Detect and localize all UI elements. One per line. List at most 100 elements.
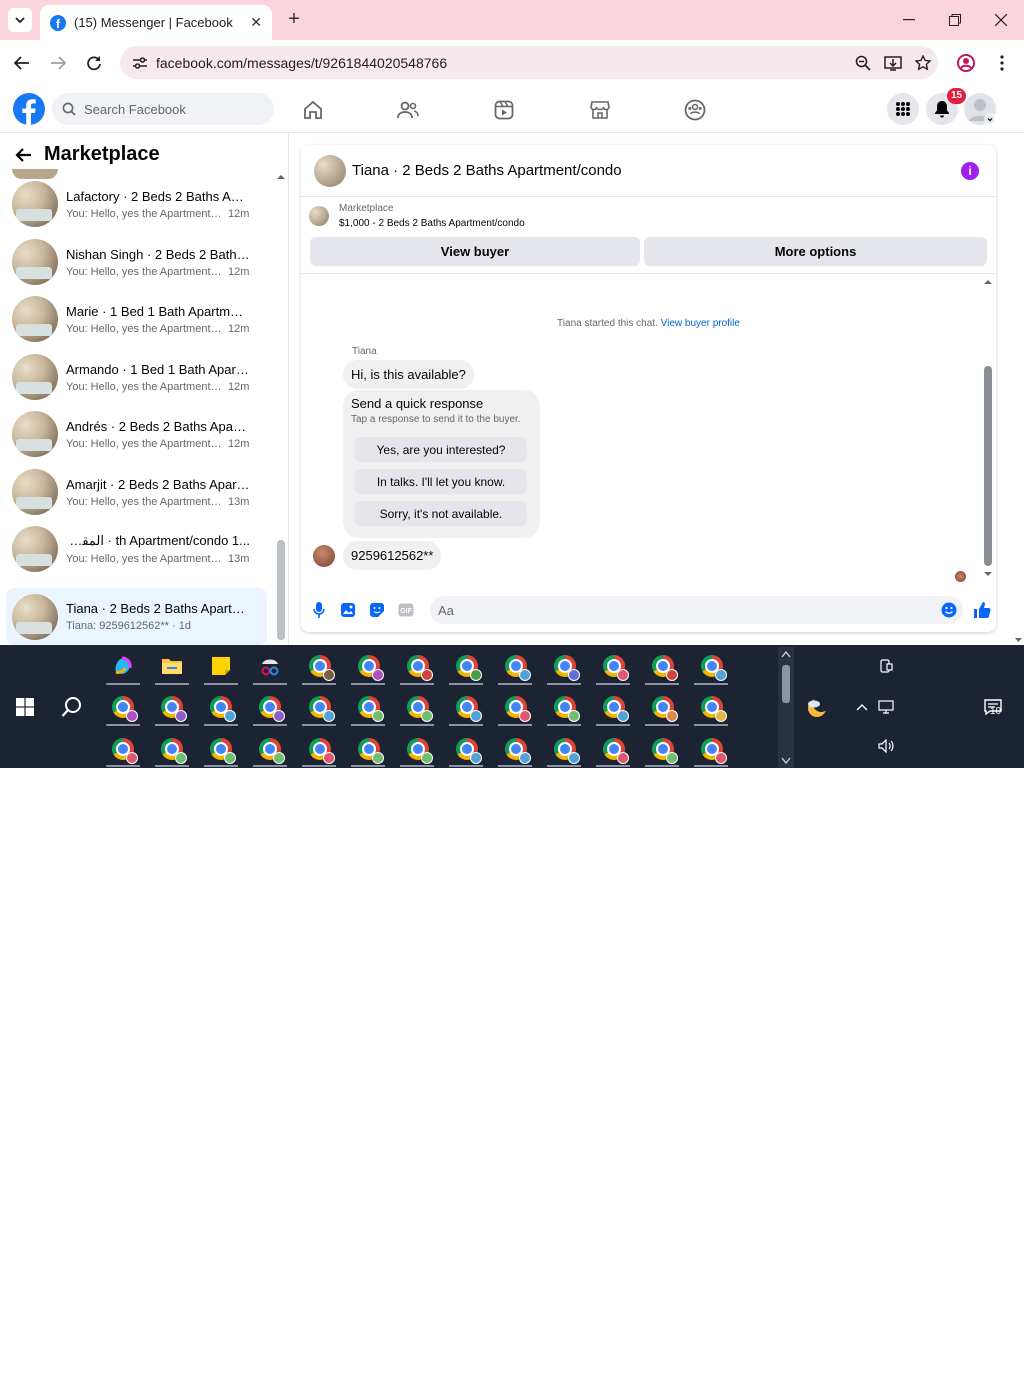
- account-avatar[interactable]: [964, 93, 996, 125]
- chrome-profile-icon[interactable]: [697, 651, 727, 681]
- page-scrollbar[interactable]: [1013, 133, 1024, 645]
- chrome-profile-icon[interactable]: [452, 651, 482, 681]
- emoji-icon[interactable]: [935, 602, 963, 618]
- install-app-icon[interactable]: [878, 55, 908, 71]
- chrome-profile-icon[interactable]: [501, 692, 531, 722]
- quick-response-button[interactable]: Sorry, it's not available.: [355, 501, 527, 526]
- groups-icon[interactable]: [679, 94, 711, 126]
- chrome-profile-icon[interactable]: [599, 651, 629, 681]
- taskbar-scrollbar[interactable]: [778, 647, 794, 768]
- url-text[interactable]: facebook.com/messages/t/9261844020548766: [156, 55, 848, 71]
- conversation-item[interactable]: Lafactory · 2 Beds 2 Baths Apart... You:…: [6, 176, 267, 232]
- chrome-profile-icon[interactable]: [354, 734, 384, 764]
- chrome-profile-icon[interactable]: [157, 734, 187, 764]
- tab-close-icon[interactable]: ✕: [250, 14, 262, 31]
- search-input[interactable]: [84, 101, 264, 117]
- quick-response-button[interactable]: Yes, are you interested?: [355, 437, 527, 462]
- chrome-profile-icon[interactable]: [648, 651, 678, 681]
- snipping-tool-icon[interactable]: [255, 651, 285, 681]
- network-icon[interactable]: [871, 692, 901, 722]
- back-icon[interactable]: [10, 51, 34, 75]
- weather-moon-icon[interactable]: [802, 692, 832, 722]
- conversation-item[interactable]: ...th Apartment/condo 1 · المقدس You: He…: [6, 521, 267, 577]
- message-input-container[interactable]: [430, 596, 963, 624]
- system-clock[interactable]: 7:19 PM Sunday 3/8/2026: [896, 1321, 972, 1387]
- bookmark-star-icon[interactable]: [908, 54, 938, 71]
- minimize-icon[interactable]: [897, 8, 921, 32]
- chrome-profile-icon[interactable]: [157, 692, 187, 722]
- restore-icon[interactable]: [943, 8, 967, 32]
- chrome-profile-icon[interactable]: [697, 692, 727, 722]
- address-bar[interactable]: facebook.com/messages/t/9261844020548766: [120, 46, 938, 79]
- chrome-profile-icon[interactable]: [255, 734, 285, 764]
- view-buyer-button[interactable]: View buyer: [310, 237, 640, 266]
- chrome-profile-icon[interactable]: [305, 734, 335, 764]
- volume-icon[interactable]: [871, 731, 901, 761]
- chrome-profile-icon[interactable]: [697, 734, 727, 764]
- conversation-item[interactable]: Armando · 1 Bed 1 Bath Apartm... You: He…: [6, 349, 267, 405]
- zoom-icon[interactable]: [848, 55, 878, 71]
- reload-icon[interactable]: [82, 51, 106, 75]
- chrome-profile-icon-active[interactable]: [403, 651, 433, 681]
- browser-tab[interactable]: f (15) Messenger | Facebook ✕: [40, 5, 272, 40]
- chat-scrollbar[interactable]: [983, 278, 993, 578]
- video-icon[interactable]: [488, 94, 520, 126]
- menu-grid-icon[interactable]: [887, 93, 919, 125]
- chrome-profile-icon[interactable]: [108, 734, 138, 764]
- chat-title[interactable]: Tiana · 2 Beds 2 Baths Apartment/condo: [352, 162, 961, 179]
- quick-response-button[interactable]: In talks. I'll let you know.: [355, 469, 527, 494]
- browser-menu-icon[interactable]: [990, 51, 1014, 75]
- friends-icon[interactable]: [392, 94, 424, 126]
- chrome-profile-icon[interactable]: [108, 692, 138, 722]
- close-window-icon[interactable]: [989, 8, 1013, 32]
- back-arrow-icon[interactable]: [14, 147, 32, 163]
- sticky-notes-icon[interactable]: [206, 651, 236, 681]
- info-icon[interactable]: i: [961, 161, 979, 180]
- file-explorer-icon[interactable]: [157, 651, 187, 681]
- listing-price-title[interactable]: $1,000 - 2 Beds 2 Baths Apartment/condo: [339, 218, 525, 229]
- chrome-profile-icon[interactable]: [550, 734, 580, 764]
- facebook-search[interactable]: [52, 93, 274, 125]
- sticker-icon[interactable]: [362, 602, 391, 618]
- conversation-item[interactable]: Amarjit · 2 Beds 2 Baths Apartm... You: …: [6, 464, 267, 520]
- phone-link-icon[interactable]: [871, 651, 901, 681]
- chrome-profile-icon[interactable]: [599, 734, 629, 764]
- chrome-profile-icon[interactable]: [206, 692, 236, 722]
- chrome-profile-icon[interactable]: [501, 734, 531, 764]
- conversation-item[interactable]: Marie · 1 Bed 1 Bath Apartment/... You: …: [6, 291, 267, 347]
- chrome-profile-icon[interactable]: [550, 692, 580, 722]
- profile-icon[interactable]: [954, 51, 978, 75]
- copilot-icon[interactable]: [108, 651, 138, 681]
- microphone-icon[interactable]: [304, 602, 333, 618]
- tab-search-dropdown-button[interactable]: [8, 8, 32, 32]
- home-icon[interactable]: [297, 94, 329, 126]
- chrome-profile-icon[interactable]: [206, 734, 236, 764]
- chrome-profile-icon[interactable]: [403, 692, 433, 722]
- chrome-profile-icon[interactable]: [648, 734, 678, 764]
- chrome-profile-icon[interactable]: [354, 692, 384, 722]
- sidebar-scrollbar[interactable]: [276, 175, 286, 643]
- chrome-profile-icon[interactable]: [648, 692, 678, 722]
- gif-icon[interactable]: GIF: [391, 603, 420, 617]
- chrome-profile-icon[interactable]: [452, 734, 482, 764]
- marketplace-icon[interactable]: [584, 94, 616, 126]
- new-tab-button[interactable]: +: [282, 8, 306, 32]
- chrome-profile-icon[interactable]: [354, 651, 384, 681]
- like-thumb-icon[interactable]: [967, 601, 996, 619]
- facebook-logo-icon[interactable]: [13, 93, 45, 125]
- chrome-profile-icon[interactable]: [305, 651, 335, 681]
- view-buyer-profile-link[interactable]: View buyer profile: [661, 318, 740, 329]
- chat-avatar[interactable]: [314, 154, 346, 187]
- chrome-profile-icon[interactable]: [305, 692, 335, 722]
- message-input[interactable]: [438, 602, 935, 618]
- chrome-profile-icon[interactable]: [452, 692, 482, 722]
- forward-icon[interactable]: [46, 51, 70, 75]
- photo-icon[interactable]: [333, 602, 362, 618]
- chrome-profile-icon[interactable]: [403, 734, 433, 764]
- conversation-item-selected[interactable]: Tiana · 2 Beds 2 Baths Apartme... Tiana:…: [6, 588, 267, 645]
- chrome-profile-icon[interactable]: [550, 651, 580, 681]
- windows-start-icon[interactable]: [10, 692, 40, 722]
- search-icon[interactable]: [57, 692, 87, 722]
- more-options-button[interactable]: More options: [644, 237, 987, 266]
- chrome-profile-icon[interactable]: [255, 692, 285, 722]
